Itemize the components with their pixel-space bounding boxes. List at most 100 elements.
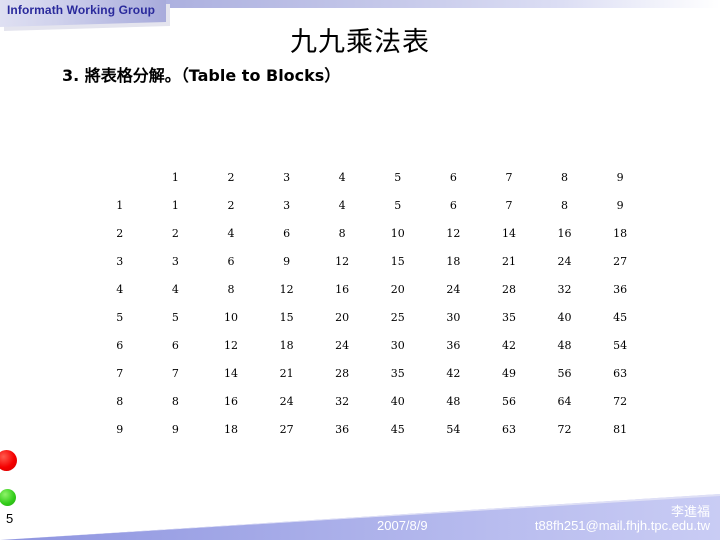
table-cell: 8 bbox=[561, 198, 569, 212]
table-cell: 32 bbox=[557, 282, 572, 296]
table-cell: 18 bbox=[613, 226, 628, 240]
table-column-header: 5 bbox=[394, 170, 402, 184]
table-cell: 4 bbox=[171, 282, 179, 296]
table-column-header: 4 bbox=[338, 170, 346, 184]
table-cell: 8 bbox=[171, 394, 179, 408]
table-cell: 30 bbox=[390, 338, 405, 352]
table-cell: 63 bbox=[501, 422, 516, 436]
table-cell: 24 bbox=[557, 254, 572, 268]
table-cell: 81 bbox=[613, 422, 628, 436]
table-row-label: 6 bbox=[116, 338, 124, 352]
table-cell: 4 bbox=[227, 226, 235, 240]
footer-date: 2007/8/9 bbox=[377, 518, 428, 533]
table-cell: 35 bbox=[501, 310, 516, 324]
table-cell: 14 bbox=[223, 366, 238, 380]
table-cell: 24 bbox=[446, 282, 461, 296]
slide-subtitle: 3. 將表格分解。（Table to Blocks） bbox=[62, 66, 341, 85]
table-cell: 28 bbox=[335, 366, 350, 380]
table-row: 2 2 4 6 8 10 12 14 16 18 bbox=[92, 219, 648, 247]
table-cell: 25 bbox=[390, 310, 405, 324]
table-cell: 56 bbox=[501, 394, 516, 408]
table-cell: 24 bbox=[279, 394, 294, 408]
table-cell: 45 bbox=[613, 310, 628, 324]
table-cell: 1 bbox=[171, 198, 179, 212]
table-cell: 21 bbox=[279, 366, 294, 380]
table-cell: 12 bbox=[335, 254, 350, 268]
table-cell: 36 bbox=[335, 422, 350, 436]
table-head: 1 2 3 4 5 6 7 8 9 bbox=[92, 163, 648, 191]
table-cell: 3 bbox=[171, 254, 179, 268]
table-cell: 40 bbox=[557, 310, 572, 324]
table-cell: 18 bbox=[279, 338, 294, 352]
table-column-header: 3 bbox=[283, 170, 291, 184]
table-cell: 28 bbox=[501, 282, 516, 296]
table-corner-cell bbox=[92, 163, 148, 191]
table-cell: 54 bbox=[613, 338, 628, 352]
table-cell: 7 bbox=[505, 198, 513, 212]
table-row-label: 1 bbox=[116, 198, 124, 212]
table-cell: 54 bbox=[446, 422, 461, 436]
table-row: 7 7 14 21 28 35 42 49 56 63 bbox=[92, 359, 648, 387]
table-row: 8 8 16 24 32 40 48 56 64 72 bbox=[92, 387, 648, 415]
table-row-label: 5 bbox=[116, 310, 124, 324]
table-cell: 15 bbox=[279, 310, 294, 324]
banner-title-label: Informath Working Group bbox=[7, 3, 156, 17]
table-row-label: 2 bbox=[116, 226, 124, 240]
table-header-row: 1 2 3 4 5 6 7 8 9 bbox=[92, 163, 648, 191]
table-cell: 8 bbox=[227, 282, 235, 296]
table-cell: 32 bbox=[335, 394, 350, 408]
table-cell: 49 bbox=[501, 366, 516, 380]
table-row: 6 6 12 18 24 30 36 42 48 54 bbox=[92, 331, 648, 359]
table-row: 3 3 6 9 12 15 18 21 24 27 bbox=[92, 247, 648, 275]
slide-canvas: Informath Working Group 九九乘法表 3. 將表格分解。（… bbox=[0, 0, 720, 540]
table-cell: 6 bbox=[227, 254, 235, 268]
table-cell: 12 bbox=[223, 338, 238, 352]
table-cell: 12 bbox=[446, 226, 461, 240]
page-number: 5 bbox=[6, 511, 14, 526]
table-column-header: 8 bbox=[561, 170, 569, 184]
table-cell: 6 bbox=[171, 338, 179, 352]
footer-email: t88fh251@mail.fhjh.tpc.edu.tw bbox=[534, 518, 710, 533]
table-column-header: 6 bbox=[449, 170, 457, 184]
table-column-header: 2 bbox=[227, 170, 235, 184]
table-cell: 8 bbox=[338, 226, 346, 240]
table-body: 1 1 2 3 4 5 6 7 8 9 2 2 4 6 8 10 12 14 1… bbox=[92, 191, 648, 443]
table-column-header: 9 bbox=[616, 170, 624, 184]
table-cell: 9 bbox=[171, 422, 179, 436]
table-column-header: 7 bbox=[505, 170, 513, 184]
table-cell: 5 bbox=[171, 310, 179, 324]
table-cell: 63 bbox=[613, 366, 628, 380]
table-cell: 64 bbox=[557, 394, 572, 408]
table-cell: 2 bbox=[171, 226, 179, 240]
table-cell: 6 bbox=[283, 226, 291, 240]
table-cell: 10 bbox=[390, 226, 405, 240]
table-cell: 35 bbox=[390, 366, 405, 380]
table-cell: 42 bbox=[501, 338, 516, 352]
table-cell: 16 bbox=[335, 282, 350, 296]
table-cell: 9 bbox=[283, 254, 291, 268]
table-cell: 20 bbox=[390, 282, 405, 296]
table-row: 4 4 8 12 16 20 24 28 32 36 bbox=[92, 275, 648, 303]
table-cell: 40 bbox=[390, 394, 405, 408]
table-cell: 14 bbox=[501, 226, 516, 240]
table-row: 5 5 10 15 20 25 30 35 40 45 bbox=[92, 303, 648, 331]
table-cell: 12 bbox=[279, 282, 294, 296]
table-row-label: 4 bbox=[116, 282, 124, 296]
table-cell: 72 bbox=[557, 422, 572, 436]
table-cell: 30 bbox=[446, 310, 461, 324]
table-cell: 15 bbox=[390, 254, 405, 268]
table-cell: 5 bbox=[394, 198, 402, 212]
table-cell: 9 bbox=[616, 198, 624, 212]
table-cell: 72 bbox=[613, 394, 628, 408]
table-row-label: 8 bbox=[116, 394, 124, 408]
table-row-label: 9 bbox=[116, 422, 124, 436]
table-cell: 48 bbox=[557, 338, 572, 352]
table-row: 9 9 18 27 36 45 54 63 72 81 bbox=[92, 415, 648, 443]
table-cell: 2 bbox=[227, 198, 235, 212]
table-cell: 4 bbox=[338, 198, 346, 212]
multiplication-table: 1 2 3 4 5 6 7 8 9 1 1 2 3 4 5 6 7 8 9 2 … bbox=[92, 163, 648, 443]
table-row-label: 3 bbox=[116, 254, 124, 268]
table-cell: 24 bbox=[335, 338, 350, 352]
table-cell: 48 bbox=[446, 394, 461, 408]
table-cell: 16 bbox=[223, 394, 238, 408]
